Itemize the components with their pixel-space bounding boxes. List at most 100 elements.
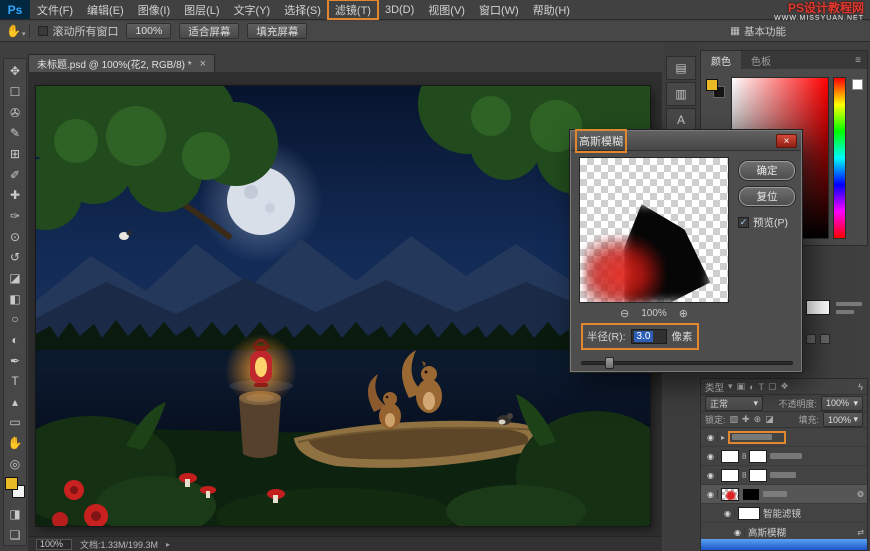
marquee-tool[interactable]: ☐ <box>4 82 26 103</box>
menu-filter[interactable]: 滤镜(T) <box>328 0 378 19</box>
menu-image[interactable]: 图像(I) <box>131 0 177 19</box>
tab-color[interactable]: 颜色 <box>701 51 741 69</box>
quick-mask-toggle[interactable]: ◨ <box>4 504 26 525</box>
layer-row-group[interactable]: ◉ ▸ <box>701 428 867 447</box>
filter-shape-icon[interactable]: ▢ <box>768 381 777 392</box>
eraser-tool[interactable]: ◪ <box>4 268 26 289</box>
fit-screen-button[interactable]: 适合屏幕 <box>179 23 239 39</box>
fill-select[interactable]: 100% ▾ <box>823 412 863 427</box>
filter-preview[interactable] <box>579 157 729 303</box>
ok-button[interactable]: 确定 <box>739 161 795 180</box>
blend-mode-select[interactable]: 正常 ▾ <box>705 396 763 411</box>
zoom-out-button[interactable]: ⊖ <box>620 307 629 320</box>
menu-layer[interactable]: 图层(L) <box>177 0 226 19</box>
quick-selection-tool[interactable]: ✎ <box>4 123 26 144</box>
eye-icon[interactable]: ◉ <box>731 528 745 537</box>
panel-menu-icon[interactable]: ≡ <box>849 51 867 69</box>
adjustment-thumbnail[interactable] <box>721 469 739 482</box>
zoom-in-button[interactable]: ⊕ <box>679 307 688 320</box>
clone-stamp-tool[interactable]: ⊙ <box>4 226 26 247</box>
preview-checkbox[interactable]: ✓ <box>738 217 749 228</box>
collapsed-panel-button-2[interactable]: ▥ <box>666 82 696 106</box>
panel-color-swatches[interactable] <box>706 79 728 101</box>
pen-tool[interactable]: ✒ <box>4 350 26 371</box>
color-swatches[interactable] <box>4 476 26 502</box>
layer-row-smart-object-selected[interactable]: ◉ ❂ <box>701 485 867 504</box>
collapsed-panel-button-3[interactable]: A <box>666 108 696 132</box>
chevron-down-icon[interactable]: ▾ <box>728 381 733 392</box>
filter-mask-thumbnail[interactable] <box>742 488 760 501</box>
menu-help[interactable]: 帮助(H) <box>526 0 577 19</box>
panel-foreground-swatch[interactable] <box>706 79 718 91</box>
dodge-tool[interactable]: ◐ <box>4 330 26 351</box>
radius-input[interactable]: 3.0 <box>631 329 667 344</box>
hue-slider[interactable] <box>833 77 846 239</box>
eyedropper-tool[interactable]: ✐ <box>4 164 26 185</box>
crop-tool[interactable]: ⊞ <box>4 144 26 165</box>
dialog-close-button[interactable]: × <box>776 134 797 148</box>
eye-icon[interactable]: ◉ <box>704 452 718 461</box>
menu-window[interactable]: 窗口(W) <box>472 0 526 19</box>
eye-icon[interactable]: ◉ <box>704 433 718 442</box>
workspace-switcher[interactable]: ▦ 基本功能 <box>730 24 786 39</box>
reset-button[interactable]: 复位 <box>739 187 795 206</box>
filter-toggle-icon[interactable]: ϟ <box>858 382 863 392</box>
opacity-select[interactable]: 100% ▾ <box>821 396 863 411</box>
eye-icon[interactable]: ◉ <box>704 471 718 480</box>
layer-row-adjustment-2[interactable]: ◉ 8 <box>701 466 867 485</box>
mask-thumbnail[interactable] <box>749 450 767 463</box>
path-selection-tool[interactable]: ▴ <box>4 392 26 413</box>
triangle-right-icon[interactable]: ▸ <box>721 433 725 442</box>
collapsed-panel-button-1[interactable]: ▤ <box>666 56 696 80</box>
menu-type[interactable]: 文字(Y) <box>227 0 278 19</box>
move-tool[interactable]: ✥ <box>4 61 26 82</box>
lock-transparency-icon[interactable]: ▨ <box>730 414 739 425</box>
healing-brush-tool[interactable]: ✚ <box>4 185 26 206</box>
menu-view[interactable]: 视图(V) <box>421 0 472 19</box>
filter-pixel-icon[interactable]: ▣ <box>737 381 746 392</box>
lock-position-icon[interactable]: ⊕ <box>754 414 762 425</box>
filter-type-icon[interactable]: T <box>759 382 765 392</box>
smart-object-thumbnail[interactable] <box>721 488 739 501</box>
shape-tool[interactable]: ▭ <box>4 412 26 433</box>
filter-smart-icon[interactable]: ❖ <box>781 381 789 392</box>
radius-slider[interactable] <box>581 357 793 369</box>
eye-icon[interactable]: ◉ <box>704 490 718 499</box>
smart-filters-thumbnail[interactable] <box>738 507 760 520</box>
scroll-all-windows-option[interactable]: 滚动所有窗口 <box>38 23 118 39</box>
status-options-arrow[interactable]: ▸ <box>166 540 170 549</box>
actual-pixels-button[interactable]: 100% <box>126 23 171 39</box>
gradient-tool[interactable]: ◧ <box>4 288 26 309</box>
hand-tool[interactable]: ✋ <box>4 433 26 454</box>
filter-adjustment-icon[interactable]: ◐ <box>749 382 754 392</box>
menu-file[interactable]: 文件(F) <box>30 0 80 19</box>
screen-mode-toggle[interactable]: ❏ <box>4 524 26 545</box>
filter-type-label[interactable]: 类型 <box>705 380 724 394</box>
mask-thumbnail[interactable] <box>749 469 767 482</box>
zoom-level-field[interactable]: 100% <box>36 539 72 550</box>
brush-tool[interactable]: ✑ <box>4 206 26 227</box>
menu-select[interactable]: 选择(S) <box>277 0 328 19</box>
menu-edit[interactable]: 编辑(E) <box>80 0 131 19</box>
close-icon[interactable]: × <box>200 58 206 70</box>
history-brush-tool[interactable]: ↺ <box>4 247 26 268</box>
adjustment-thumbnail[interactable] <box>721 450 739 463</box>
slider-handle[interactable] <box>605 357 614 369</box>
lasso-tool[interactable]: ✇ <box>4 102 26 123</box>
tab-swatches[interactable]: 色板 <box>741 51 781 69</box>
menu-3d[interactable]: 3D(D) <box>378 0 421 19</box>
fill-screen-button[interactable]: 填充屏幕 <box>247 23 307 39</box>
smart-filters-row[interactable]: ◉ 智能滤镜 <box>701 504 867 523</box>
scroll-all-windows-checkbox[interactable] <box>38 26 48 36</box>
eye-icon[interactable]: ◉ <box>721 509 735 518</box>
ps-logo[interactable]: Ps <box>0 0 30 19</box>
type-tool[interactable]: T <box>4 371 26 392</box>
filter-blend-options-icon[interactable]: ⇄ <box>857 528 864 537</box>
zoom-tool[interactable]: ◎ <box>4 453 26 474</box>
lock-all-icon[interactable]: ◪ <box>765 414 774 425</box>
hand-tool-preset[interactable]: ✋ ▾ <box>6 24 30 38</box>
blur-tool[interactable]: ○ <box>4 309 26 330</box>
preview-checkbox-row[interactable]: ✓ 预览(P) <box>738 215 788 230</box>
foreground-color-swatch[interactable] <box>5 477 18 490</box>
dialog-title-bar[interactable]: 高斯模糊 × <box>571 131 801 151</box>
